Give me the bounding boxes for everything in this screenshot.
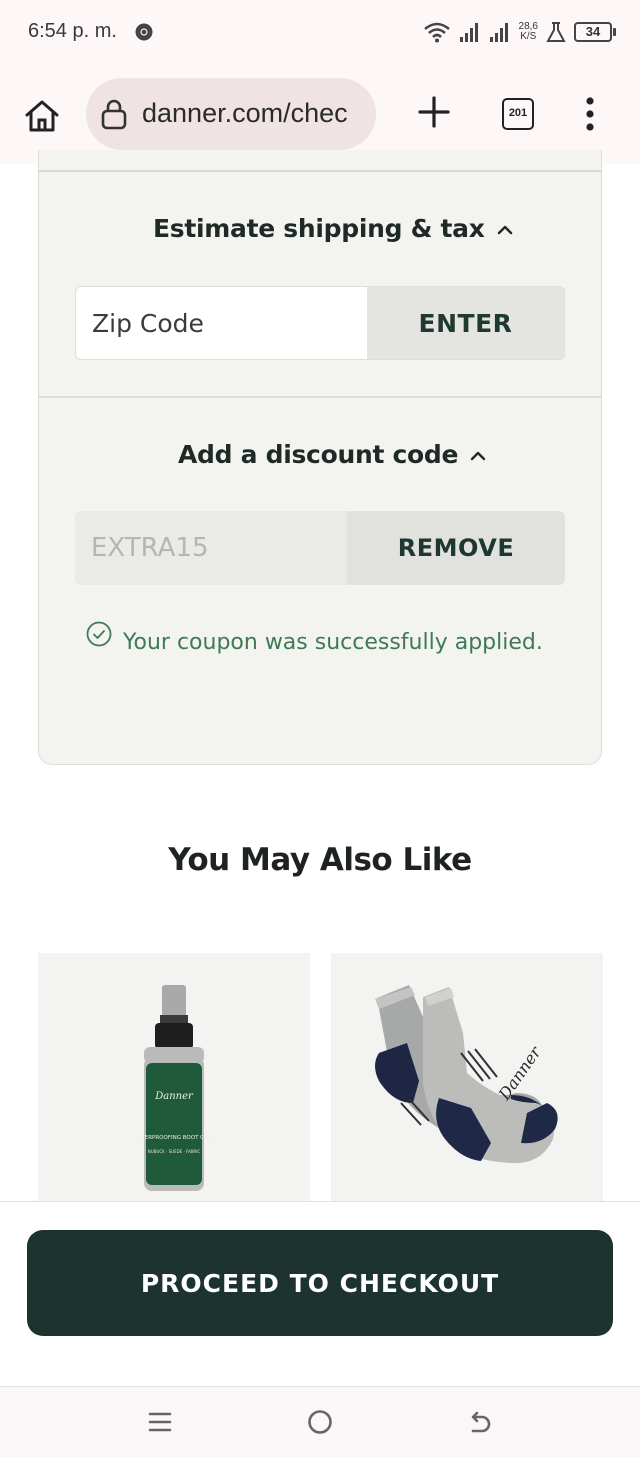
- url-text: danner.com/chec: [142, 98, 348, 128]
- more-menu-icon[interactable]: [580, 96, 600, 132]
- status-icons: 28,6 K/S 34: [423, 18, 616, 46]
- panel-divider-top: [38, 170, 602, 172]
- remove-discount-button[interactable]: REMOVE: [347, 511, 565, 585]
- address-bar[interactable]: danner.com/chec: [86, 78, 376, 150]
- network-speed: 28,6 K/S: [519, 22, 538, 42]
- status-bar: 6:54 p. m. 28,6 K/S 34: [0, 0, 640, 66]
- system-nav-bar: [0, 1386, 640, 1457]
- tab-switcher-button[interactable]: 201: [502, 98, 534, 130]
- recent-apps-icon[interactable]: [145, 1407, 175, 1437]
- product-brand-label: Danner: [154, 1091, 194, 1102]
- product-card-boot-care[interactable]: Danner WATERPROOFING BOOT CARE NUBUCK · …: [38, 953, 310, 1201]
- back-icon[interactable]: [465, 1407, 495, 1437]
- status-time: 6:54 p. m.: [28, 20, 117, 42]
- product-card-socks[interactable]: Danner: [331, 953, 603, 1201]
- discount-title: Add a discount code: [178, 440, 459, 469]
- flask-icon: [546, 22, 566, 42]
- product-text: WATERPROOFING BOOT CARE: [133, 1135, 216, 1141]
- proceed-to-checkout-button[interactable]: PROCEED TO CHECKOUT: [27, 1230, 613, 1336]
- discount-code-input: [75, 511, 347, 585]
- check-circle-icon: [86, 621, 112, 646]
- home-icon[interactable]: [20, 94, 64, 138]
- boot-care-spray-image: Danner WATERPROOFING BOOT CARE NUBUCK · …: [133, 985, 216, 1191]
- product-subtext: NUBUCK · SUEDE · FABRIC: [148, 1149, 201, 1154]
- discount-code-form: REMOVE: [75, 511, 565, 585]
- shipping-title: Estimate shipping & tax: [153, 214, 485, 243]
- enter-button[interactable]: ENTER: [367, 287, 564, 359]
- recommendations-title: You May Also Like: [168, 842, 472, 878]
- success-text: Your coupon was successfully applied.: [123, 630, 543, 655]
- chrome-icon: [135, 23, 153, 41]
- speed-unit: K/S: [520, 31, 537, 42]
- zip-code-form: ENTER: [75, 286, 565, 360]
- home-nav-icon[interactable]: [305, 1407, 335, 1437]
- coupon-success-message: Your coupon was successfully applied.: [86, 612, 543, 655]
- shipping-toggle[interactable]: Estimate shipping & tax: [153, 214, 513, 243]
- socks-image: Danner: [375, 985, 558, 1164]
- lock-icon: [101, 99, 127, 130]
- section-divider: [38, 396, 602, 398]
- battery-icon: 34: [574, 22, 616, 42]
- chevron-up-icon: [470, 451, 486, 461]
- wifi-icon: [423, 22, 450, 43]
- zip-code-input[interactable]: [76, 287, 367, 359]
- discount-toggle[interactable]: Add a discount code: [178, 440, 486, 469]
- checkout-bar: PROCEED TO CHECKOUT: [0, 1202, 640, 1386]
- chevron-up-icon: [497, 225, 512, 235]
- signal-icon-2: [489, 23, 508, 42]
- signal-icon-1: [459, 23, 478, 42]
- new-tab-icon[interactable]: [414, 92, 454, 132]
